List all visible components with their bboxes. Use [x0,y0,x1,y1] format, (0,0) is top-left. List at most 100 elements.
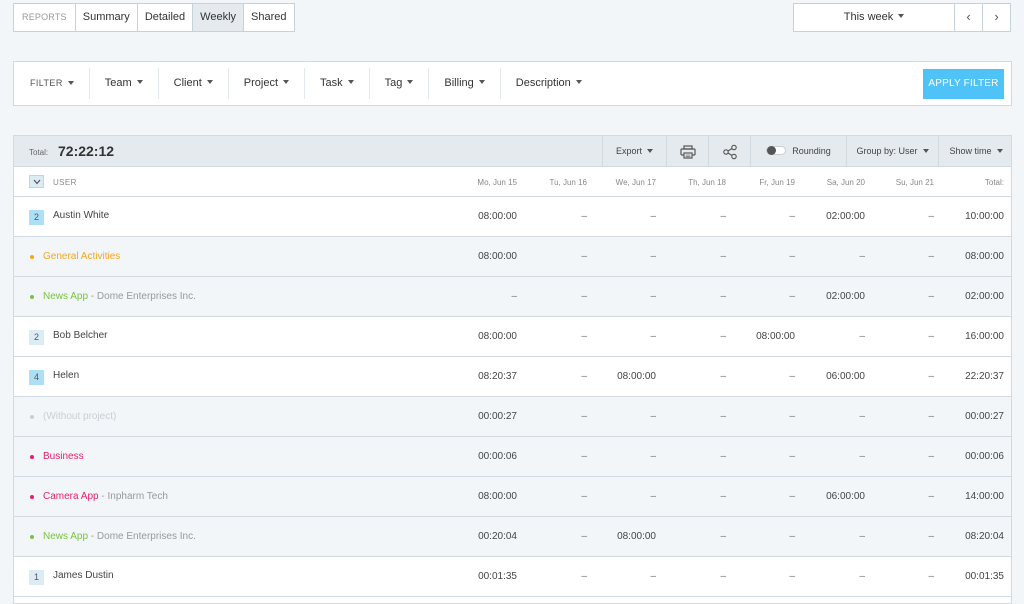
project-label: (Without project) [43,411,116,422]
column-day: Th, Jun 18 [688,178,726,187]
caret-down-icon [647,148,653,153]
column-total: Total: [984,178,1004,187]
rounding-toggle[interactable]: Rounding [750,136,846,166]
day-duration-cell: – [650,291,656,302]
caret-down-icon [478,80,485,85]
column-user: USER [53,178,77,187]
day-duration-cell: – [789,451,795,462]
previous-period-button[interactable]: ‹ [954,3,983,32]
day-duration-cell: – [720,371,726,382]
day-duration-cell: – [581,531,587,542]
day-duration-cell: – [720,571,726,582]
export-dropdown[interactable]: Export [602,136,666,166]
caret-down-icon [67,80,74,85]
project-name: Camera App [43,491,99,502]
user-row[interactable]: 2 Austin White 08:00:00 – – – – 02:00:00 – 10:00:… [14,197,1011,237]
share-button[interactable] [708,136,750,166]
day-duration-cell: – [859,331,865,342]
entry-count-badge[interactable]: 4 [29,370,44,385]
filter-task[interactable]: Task [305,68,370,99]
project-row[interactable]: Camera App - Inpharm Tech 08:00:00 – – – – 06:… [14,477,1011,517]
date-range-dropdown[interactable]: This week [793,3,955,32]
project-row[interactable]: Business 00:00:06 – – – – – – 00:00:06 [14,437,1011,477]
tab-summary[interactable]: Summary [76,4,138,31]
chevron-right-icon: › [994,9,999,24]
day-duration-cell: – [859,531,865,542]
day-duration-cell: – [928,371,934,382]
filter-project[interactable]: Project [229,68,306,99]
tab-detailed[interactable]: Detailed [138,4,194,31]
caret-down-icon [283,80,290,85]
day-duration-cell: – [720,411,726,422]
user-row[interactable]: 4 Helen 08:20:37 – 08:00:00 – – 06:00:00 – 22:20:… [14,357,1011,397]
report-rows: 2 Austin White 08:00:00 – – – – 02:00:00 – 10:00:… [14,197,1011,597]
print-button[interactable] [666,136,708,166]
filter-description-label: Description [515,77,571,89]
column-day: Mo, Jun 15 [477,178,517,187]
group-by-dropdown[interactable]: Group by: User [846,136,938,166]
caret-down-icon [407,80,414,85]
row-total-cell: 22:20:37 [965,371,1004,382]
day-duration-cell: – [789,491,795,502]
filter-tag[interactable]: Tag [370,68,430,99]
day-duration-cell: – [650,451,656,462]
user-row[interactable]: 2 Bob Belcher 08:00:00 – – – 08:00:00 – – 16:00:0… [14,317,1011,357]
project-row[interactable]: (Without project) 00:00:27 – – – – – – 00:00:27 [14,397,1011,437]
day-duration-cell: – [650,411,656,422]
user-row[interactable]: 1 James Dustin 00:01:35 – – – – – – 00:01:35 [14,557,1011,597]
next-period-button[interactable]: › [982,3,1011,32]
day-duration-cell: – [928,411,934,422]
project-label: Camera App - Inpharm Tech [43,491,168,502]
day-duration-cell: – [789,411,795,422]
project-color-dot [30,455,34,459]
filter-client-label: Client [173,77,202,89]
day-duration-cell: – [650,331,656,342]
project-color-dot [30,495,34,499]
filter-client[interactable]: Client [159,68,229,99]
filter-billing[interactable]: Billing [429,68,501,99]
project-row[interactable]: News App - Dome Enterprises Inc. 00:20:04… [14,517,1011,557]
filter-tag-label: Tag [384,77,403,89]
day-duration-cell: 08:00:00 [617,531,656,542]
day-duration-cell: – [789,371,795,382]
filter-dropdown[interactable]: FILTER [14,68,90,99]
day-duration-cell: – [650,491,656,502]
tab-weekly[interactable]: Weekly [193,4,245,31]
client-name: - Inpharm Tech [98,491,168,502]
filter-billing-label: Billing [444,77,474,89]
show-time-dropdown[interactable]: Show time [938,136,1011,166]
project-name: Business [43,451,84,462]
row-total-cell: 00:00:27 [965,411,1004,422]
day-duration-cell: – [789,571,795,582]
user-name: Austin White [53,210,110,221]
project-row[interactable]: General Activities 08:00:00 – – – – – – 08:00:00 [14,237,1011,277]
day-duration-cell: – [928,291,934,302]
caret-down-icon [136,80,143,85]
apply-filter-button[interactable]: APPLY FILTER [923,69,1004,99]
expand-all-button[interactable] [29,175,44,188]
project-row[interactable]: News App - Dome Enterprises Inc. – – – – – 02:… [14,277,1011,317]
caret-down-icon [898,14,905,19]
total-value: 72:22:12 [58,143,115,159]
filter-description[interactable]: Description [501,68,597,99]
day-duration-cell: – [928,451,934,462]
rounding-label: Rounding [792,146,831,156]
user-name: Helen [53,370,80,381]
day-duration-cell: – [928,331,934,342]
project-name: News App [43,531,89,542]
entry-count-badge[interactable]: 2 [29,330,44,345]
day-duration-cell: 08:00:00 [756,331,795,342]
tab-shared[interactable]: Shared [244,4,293,31]
report-type-tabs: REPORTS Summary Detailed Weekly Shared [13,3,295,32]
row-total-cell: 00:01:35 [965,571,1004,582]
day-duration-cell: – [720,251,726,262]
project-name: News App [43,291,89,302]
user-name: Bob Belcher [53,330,108,341]
filter-team[interactable]: Team [90,68,159,99]
project-name: General Activities [43,251,121,262]
day-duration-cell: – [928,571,934,582]
entry-count-badge[interactable]: 1 [29,570,44,585]
entry-count-badge[interactable]: 2 [29,210,44,225]
day-duration-cell: – [581,331,587,342]
reports-label: REPORTS [14,4,76,31]
